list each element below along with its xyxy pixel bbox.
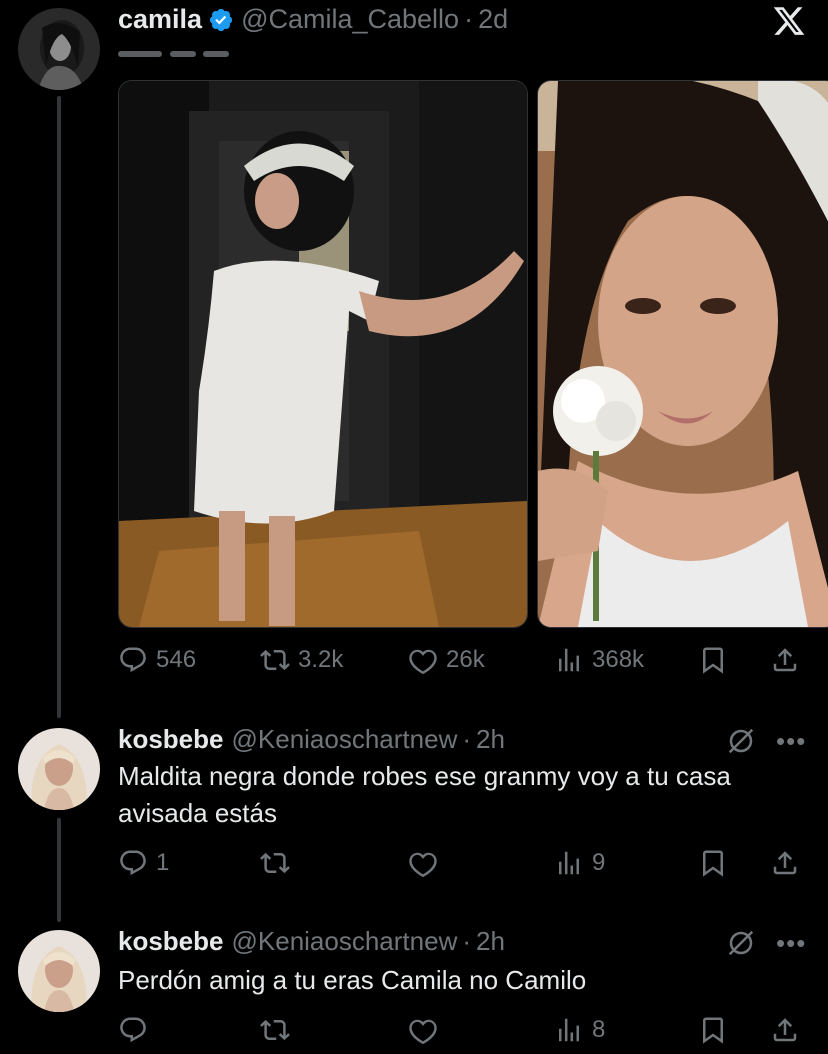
like-icon [409,1019,437,1045]
like-count: 26k [446,646,485,673]
timestamp[interactable]: 2d [478,4,508,35]
x-logo-icon[interactable] [772,4,806,38]
reply-header: kosbebe @Keniaoschartnew · 2h [118,926,505,957]
display-name[interactable]: camila [118,4,202,35]
views-icon [559,851,579,875]
views-count: 368k [592,646,645,673]
reply-button[interactable]: 1 [118,848,169,878]
timestamp[interactable]: 2h [476,926,505,957]
repost-icon [260,649,290,671]
loading-placeholder [203,51,229,57]
share-icon [773,851,797,875]
views-button[interactable]: 368k [554,645,644,675]
separator-dot: · [464,4,474,34]
share-button[interactable] [770,1015,800,1045]
repost-count: 3.2k [298,646,344,673]
views-button[interactable]: 9 [554,848,605,878]
tweet-actions: 546 3.2k 26k 368k [118,642,806,678]
mute-icon[interactable] [726,726,756,756]
loading-placeholder [170,51,196,57]
reply-text: Perdón amig a tu eras Camila no Camilo [118,965,587,995]
repost-button[interactable]: 3.2k [260,645,343,675]
reply-icon [120,1017,146,1043]
bookmark-button[interactable] [698,848,728,878]
share-button[interactable] [770,848,800,878]
reply-button[interactable] [118,1015,148,1045]
repost-icon [260,852,290,874]
more-icon[interactable]: ••• [776,928,806,959]
timestamp[interactable]: 2h [476,724,505,755]
repost-button[interactable] [260,848,290,878]
handle[interactable]: @Keniaoschartnew [232,926,458,957]
bookmark-icon [703,647,723,674]
repost-button[interactable] [260,1015,290,1045]
like-button[interactable] [408,848,438,878]
bookmark-icon [703,850,723,877]
views-count: 9 [592,849,606,876]
reply-actions: 8 [118,1012,806,1048]
like-button[interactable]: 26k [408,645,485,675]
display-name[interactable]: kosbebe [118,724,224,755]
views-icon [559,648,579,672]
bookmark-button[interactable] [698,1015,728,1045]
reply-text: Maldita negra donde robes ese granmy voy… [118,761,731,828]
share-button[interactable] [770,645,800,675]
avatar[interactable] [18,930,100,1012]
like-icon [409,649,437,675]
bookmark-icon [703,1017,723,1044]
avatar[interactable] [18,8,100,90]
verified-badge-icon [209,8,233,31]
like-button[interactable] [408,1015,438,1045]
separator-dot: · [462,926,472,956]
views-button[interactable]: 8 [554,1015,605,1045]
media-image-2[interactable] [537,80,828,628]
reply-icon [120,647,146,673]
more-icon[interactable]: ••• [776,726,806,757]
reply-icon [120,850,146,876]
thread-line-1 [57,96,61,718]
avatar[interactable] [18,728,100,810]
share-icon [773,648,797,672]
media-image-1[interactable] [118,80,528,628]
separator-dot: · [462,724,472,754]
mute-icon[interactable] [726,928,756,958]
reply-button[interactable]: 546 [118,645,196,675]
views-count: 8 [592,1016,606,1043]
repost-icon [260,1019,290,1041]
thread-line-2 [57,818,61,922]
bookmark-button[interactable] [698,645,728,675]
reply-header: kosbebe @Keniaoschartnew · 2h [118,724,505,755]
reply-count: 1 [156,849,170,876]
display-name[interactable]: kosbebe [118,926,224,957]
reply-actions: 1 9 [118,845,806,881]
share-icon [773,1018,797,1042]
like-icon [409,852,437,878]
loading-placeholder [118,51,162,57]
reply-count: 546 [156,646,197,673]
handle[interactable]: @Keniaoschartnew [232,724,458,755]
handle[interactable]: @Camila_Cabello [241,4,459,35]
tweet-header: camila @Camila_Cabello · 2d [118,4,508,35]
views-icon [559,1018,579,1042]
